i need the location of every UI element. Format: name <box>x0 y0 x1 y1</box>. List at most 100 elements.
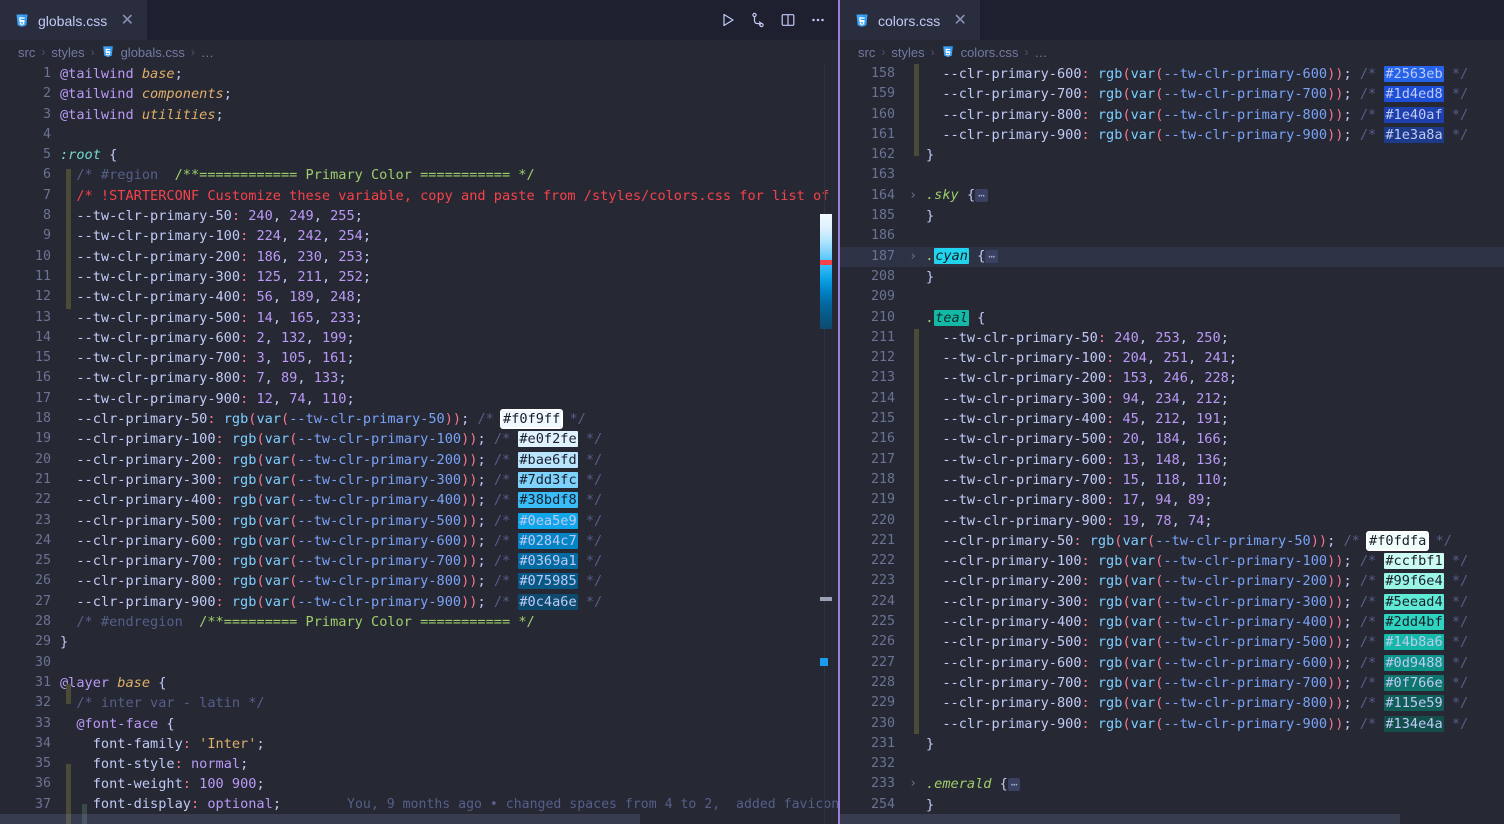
color-swatch-decoration[interactable]: #0284c7 <box>518 533 577 549</box>
line-number[interactable]: 227 <box>840 653 902 673</box>
line-number[interactable]: 2 <box>0 84 58 104</box>
code-line[interactable]: 233›.emerald {⋯ <box>840 774 1504 794</box>
color-swatch-decoration[interactable]: #0ea5e9 <box>518 513 577 529</box>
code-line[interactable]: 32 /* inter var - latin */ <box>0 693 840 713</box>
code-line[interactable]: 210.teal { <box>840 308 1504 328</box>
line-number[interactable]: 186 <box>840 226 902 246</box>
close-icon[interactable]: ✕ <box>119 13 135 29</box>
code-line[interactable]: 223 --clr-primary-200: rgb(var(--tw-clr-… <box>840 571 1504 591</box>
line-number[interactable]: 37 <box>0 795 58 815</box>
code-line[interactable]: 217 --tw-clr-primary-600: 13, 148, 136; <box>840 450 1504 470</box>
line-number[interactable]: 187 <box>840 247 902 267</box>
color-swatch-decoration[interactable]: #38bdf8 <box>518 492 577 508</box>
code-line[interactable]: 3@tailwind utilities; <box>0 105 840 125</box>
color-swatch-decoration[interactable]: #2dd4bf <box>1384 614 1443 630</box>
line-number[interactable]: 19 <box>0 429 58 449</box>
line-number[interactable]: 161 <box>840 125 902 145</box>
code-line[interactable]: 159 --clr-primary-700: rgb(var(--tw-clr-… <box>840 84 1504 104</box>
split-editor-icon[interactable] <box>780 12 796 28</box>
line-number[interactable]: 9 <box>0 226 58 246</box>
line-number[interactable]: 1 <box>0 64 58 84</box>
color-swatch-decoration[interactable]: #0f766e <box>1384 675 1443 691</box>
tab-colors-css[interactable]: colors.css ✕ <box>840 0 980 40</box>
code-line[interactable]: 5:root { <box>0 145 840 165</box>
line-number[interactable]: 27 <box>0 592 58 612</box>
color-name-swatch[interactable]: cyan <box>934 248 969 264</box>
code-line[interactable]: 211 --tw-clr-primary-50: 240, 253, 250; <box>840 328 1504 348</box>
line-number[interactable]: 218 <box>840 470 902 490</box>
line-number[interactable]: 226 <box>840 632 902 652</box>
line-number[interactable]: 164 <box>840 186 902 206</box>
line-number[interactable]: 29 <box>0 632 58 652</box>
breadcrumb-item-styles[interactable]: styles <box>891 45 924 60</box>
horizontal-scrollbar-left[interactable] <box>0 814 640 824</box>
color-swatch-decoration[interactable]: #0c4a6e <box>518 594 577 610</box>
breadcrumb-item-src[interactable]: src <box>18 45 35 60</box>
color-swatch-decoration[interactable]: #1d4ed8 <box>1384 86 1443 102</box>
fold-chevron-icon[interactable]: › <box>902 774 924 794</box>
code-line[interactable]: 221 --clr-primary-50: rgb(var(--tw-clr-p… <box>840 531 1504 551</box>
ellipsis-icon[interactable] <box>810 12 826 28</box>
line-number[interactable]: 208 <box>840 267 902 287</box>
line-number[interactable]: 232 <box>840 754 902 774</box>
line-number[interactable]: 217 <box>840 450 902 470</box>
code-line[interactable]: 220 --tw-clr-primary-900: 19, 78, 74; <box>840 511 1504 531</box>
line-number[interactable]: 26 <box>0 571 58 591</box>
code-line[interactable]: 8 --tw-clr-primary-50: 240, 249, 255; <box>0 206 840 226</box>
line-number[interactable]: 162 <box>840 145 902 165</box>
code-line[interactable]: 4 <box>0 125 840 145</box>
breadcrumb-item-symbol[interactable]: … <box>201 45 214 60</box>
line-number[interactable]: 3 <box>0 105 58 125</box>
line-number[interactable]: 211 <box>840 328 902 348</box>
line-number[interactable]: 23 <box>0 511 58 531</box>
line-number[interactable]: 22 <box>0 490 58 510</box>
code-line[interactable]: 218 --tw-clr-primary-700: 15, 118, 110; <box>840 470 1504 490</box>
line-number[interactable]: 35 <box>0 754 58 774</box>
code-line[interactable]: 16 --tw-clr-primary-800: 7, 89, 133; <box>0 368 840 388</box>
color-swatch-decoration[interactable]: #ccfbf1 <box>1384 553 1443 569</box>
color-swatch-decoration[interactable]: #14b8a6 <box>1384 634 1443 650</box>
breadcrumb-item-styles[interactable]: styles <box>51 45 84 60</box>
folded-region-indicator[interactable]: ⋯ <box>1008 778 1021 791</box>
line-number[interactable]: 163 <box>840 165 902 185</box>
code-line[interactable]: 31@layer base { <box>0 673 840 693</box>
code-line[interactable]: 21 --clr-primary-300: rgb(var(--tw-clr-p… <box>0 470 840 490</box>
code-line[interactable]: 163 <box>840 165 1504 185</box>
code-line[interactable]: 186 <box>840 226 1504 246</box>
code-line[interactable]: 230 --clr-primary-900: rgb(var(--tw-clr-… <box>840 714 1504 734</box>
line-number[interactable]: 233 <box>840 774 902 794</box>
code-line[interactable]: 2@tailwind components; <box>0 84 840 104</box>
code-line[interactable]: 187›.cyan {⋯ <box>840 247 1504 267</box>
color-swatch-decoration[interactable]: #1e40af <box>1384 107 1443 123</box>
code-line[interactable]: 18 --clr-primary-50: rgb(var(--tw-clr-pr… <box>0 409 840 429</box>
line-number[interactable]: 36 <box>0 774 58 794</box>
code-line[interactable]: 27 --clr-primary-900: rgb(var(--tw-clr-p… <box>0 592 840 612</box>
line-number[interactable]: 158 <box>840 64 902 84</box>
line-number[interactable]: 229 <box>840 693 902 713</box>
line-number[interactable]: 254 <box>840 795 902 815</box>
code-line[interactable]: 34 font-family: 'Inter'; <box>0 734 840 754</box>
line-number[interactable]: 5 <box>0 145 58 165</box>
code-line[interactable]: 185} <box>840 206 1504 226</box>
line-number[interactable]: 21 <box>0 470 58 490</box>
code-line[interactable]: 224 --clr-primary-300: rgb(var(--tw-clr-… <box>840 592 1504 612</box>
line-number[interactable]: 230 <box>840 714 902 734</box>
color-swatch-decoration[interactable]: #bae6fd <box>518 452 577 468</box>
breadcrumb-item-file[interactable]: colors.css <box>961 45 1019 60</box>
code-line[interactable]: 216 --tw-clr-primary-500: 20, 184, 166; <box>840 429 1504 449</box>
line-number[interactable]: 212 <box>840 348 902 368</box>
line-number[interactable]: 219 <box>840 490 902 510</box>
code-line[interactable]: 25 --clr-primary-700: rgb(var(--tw-clr-p… <box>0 551 840 571</box>
color-swatch-decoration[interactable]: #134e4a <box>1384 716 1443 732</box>
code-line[interactable]: 162} <box>840 145 1504 165</box>
code-line[interactable]: 219 --tw-clr-primary-800: 17, 94, 89; <box>840 490 1504 510</box>
line-number[interactable]: 28 <box>0 612 58 632</box>
folded-region-indicator[interactable]: ⋯ <box>985 250 998 263</box>
color-swatch-decoration[interactable]: #99f6e4 <box>1384 573 1443 589</box>
code-line[interactable]: 214 --tw-clr-primary-300: 94, 234, 212; <box>840 389 1504 409</box>
line-number[interactable]: 10 <box>0 247 58 267</box>
line-number[interactable]: 210 <box>840 308 902 328</box>
line-number[interactable]: 185 <box>840 206 902 226</box>
code-line[interactable]: 161 --clr-primary-900: rgb(var(--tw-clr-… <box>840 125 1504 145</box>
line-number[interactable]: 30 <box>0 653 58 673</box>
